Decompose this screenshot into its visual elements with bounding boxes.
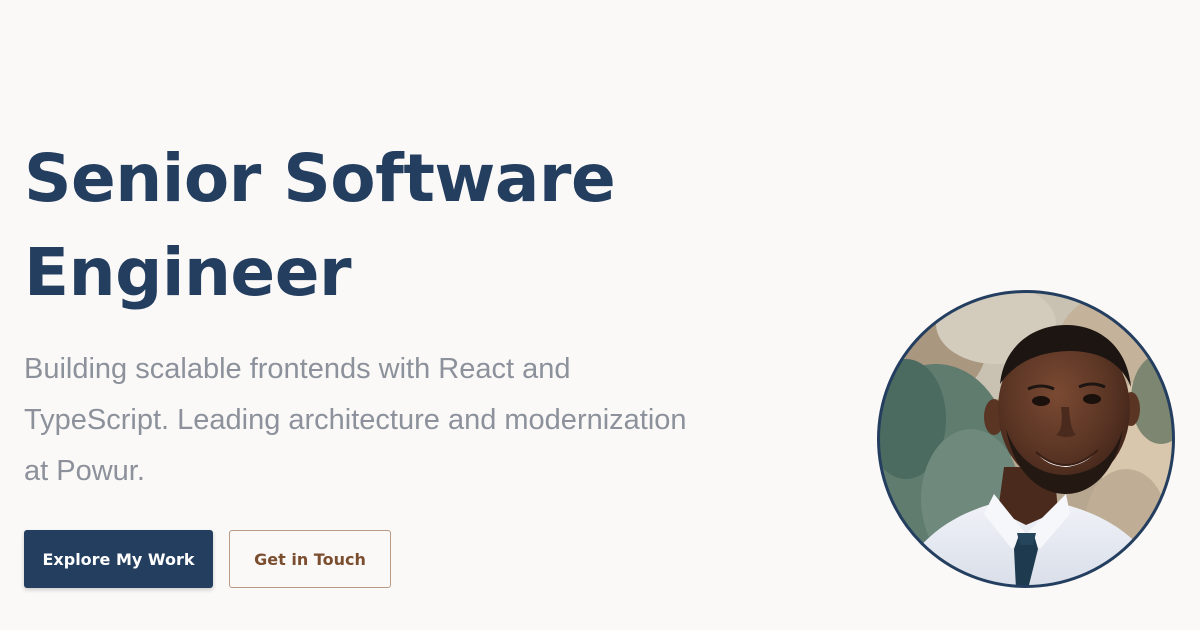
hero-section: Senior Software Engineer Building scalab… bbox=[0, 0, 1200, 630]
headline-line-2: Engineer bbox=[24, 234, 352, 311]
subtitle-line-3: at Powur. bbox=[24, 455, 145, 487]
subtitle-line-2: TypeScript. Leading architecture and mod… bbox=[24, 404, 687, 436]
get-in-touch-button[interactable]: Get in Touch bbox=[229, 530, 391, 588]
profile-photo-icon bbox=[877, 290, 1175, 588]
get-in-touch-label: Get in Touch bbox=[254, 549, 366, 569]
page-title: Senior Software Engineer bbox=[24, 132, 784, 320]
hero-subtitle: Building scalable frontends with React a… bbox=[24, 344, 744, 497]
explore-my-work-button[interactable]: Explore My Work bbox=[24, 530, 213, 588]
explore-my-work-label: Explore My Work bbox=[42, 549, 195, 569]
headline-line-1: Senior Software bbox=[24, 140, 616, 217]
profile-photo-avatar bbox=[876, 289, 1176, 589]
subtitle-line-1: Building scalable frontends with React a… bbox=[24, 353, 571, 385]
